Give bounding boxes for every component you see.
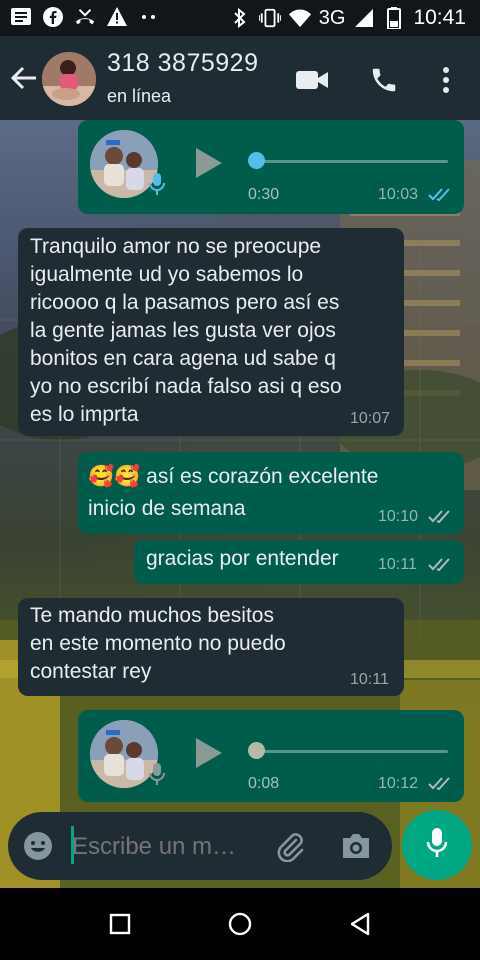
chat-background: 0:30 10:03 Tranquilo amor no se preocupe… (0, 120, 480, 888)
message-text: 🥰🥰 así es corazón excelente inicio de se… (88, 465, 379, 520)
audio-duration: 0:30 (248, 186, 280, 203)
incoming-message[interactable]: Te mando muchos besitos en este momento … (18, 598, 404, 696)
read-ticks-icon (428, 188, 452, 202)
voice-record-button[interactable] (402, 810, 472, 880)
audio-progress-track[interactable] (250, 160, 448, 163)
audio-progress-track[interactable] (250, 750, 448, 753)
bluetooth-icon (229, 7, 251, 29)
text-cursor (71, 826, 74, 864)
outgoing-message[interactable]: 🥰🥰 así es corazón excelente inicio de se… (78, 452, 464, 534)
message-time: 10:07 (350, 410, 391, 427)
emoji-icon[interactable] (22, 830, 54, 862)
outgoing-message[interactable]: gracias por entender 10:11 (134, 540, 464, 584)
avatar[interactable] (42, 52, 96, 106)
message-time: 10:11 (350, 671, 389, 688)
navigation-bar (0, 888, 480, 960)
clock: 10:41 (413, 6, 466, 29)
warning-icon (106, 6, 128, 28)
video-call-icon[interactable] (296, 64, 328, 96)
audio-duration: 0:08 (248, 775, 280, 792)
recents-icon[interactable] (106, 910, 134, 938)
message-composer (8, 812, 392, 880)
audio-message[interactable]: 0:30 10:03 (78, 120, 464, 214)
audio-progress-handle[interactable] (248, 742, 265, 759)
message-text: Te mando muchos besitos en este momento … (30, 604, 286, 683)
mic-icon (148, 762, 166, 786)
network-type: 3G (318, 6, 346, 29)
facebook-icon (42, 6, 64, 28)
voice-call-icon[interactable] (368, 64, 400, 96)
delivered-ticks-icon (428, 510, 452, 524)
contact-status: en línea (107, 86, 172, 106)
message-icon (10, 6, 32, 28)
back-nav-icon[interactable] (346, 910, 374, 938)
audio-progress-handle[interactable] (248, 152, 265, 169)
chat-header: 318 3875929 en línea (0, 36, 480, 120)
signal-icon (353, 7, 375, 29)
mic-icon (426, 827, 448, 864)
home-icon[interactable] (226, 910, 254, 938)
contact-name[interactable]: 318 3875929 (107, 49, 258, 78)
more-options-icon[interactable] (430, 64, 462, 96)
missed-call-icon (74, 6, 96, 28)
battery-icon (383, 7, 405, 29)
status-bar: 3G 10:41 (0, 0, 480, 36)
message-time: 10:03 (378, 186, 419, 203)
message-input[interactable] (72, 832, 262, 862)
incoming-message[interactable]: Tranquilo amor no se preocupe igualmente… (18, 228, 404, 436)
mic-icon (148, 172, 166, 196)
attachment-icon[interactable] (274, 830, 306, 862)
message-time: 10:11 (378, 556, 417, 573)
delivered-ticks-icon (428, 777, 452, 791)
vibrate-icon (258, 7, 281, 29)
message-time: 10:10 (378, 508, 419, 525)
emoji: 🥰🥰 (88, 465, 141, 488)
audio-message[interactable]: 0:08 10:12 (78, 710, 464, 802)
more-dots-icon (138, 6, 160, 28)
play-icon[interactable] (194, 146, 224, 180)
delivered-ticks-icon (428, 558, 452, 572)
back-arrow-icon[interactable] (10, 64, 38, 92)
camera-icon[interactable] (340, 830, 372, 862)
message-text: Tranquilo amor no se preocupe igualmente… (30, 235, 342, 426)
message-text: gracias por entender (146, 547, 339, 570)
wifi-icon (288, 7, 311, 29)
play-icon[interactable] (194, 736, 224, 770)
message-time: 10:12 (378, 775, 419, 792)
